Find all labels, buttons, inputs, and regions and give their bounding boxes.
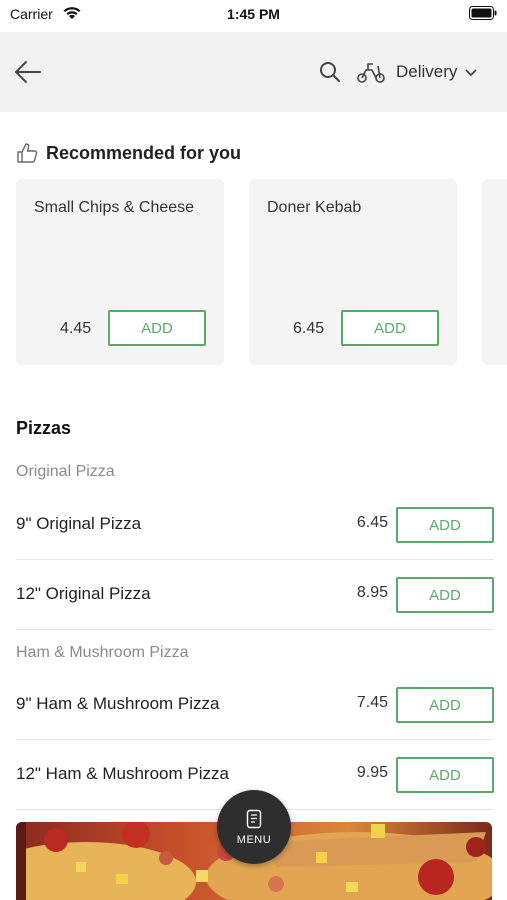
- recommended-title: Recommended for you: [46, 142, 242, 163]
- menu-item-name: 9" Ham & Mushroom Pizza: [16, 694, 220, 713]
- menu-item-name: 9" Original Pizza: [16, 514, 142, 533]
- menu-item-price: 6.45: [356, 514, 388, 531]
- recommended-card[interactable]: Doner Kebab 6.45 ADD: [249, 179, 457, 365]
- search-icon[interactable]: [318, 60, 342, 84]
- category-title: Original Pizza: [16, 463, 115, 480]
- menu-item-price: 7.45: [356, 694, 388, 711]
- add-button[interactable]: ADD: [396, 687, 494, 723]
- menu-fab-button[interactable]: MENU: [217, 790, 291, 864]
- menu-item-name: 12" Ham & Mushroom Pizza: [16, 764, 229, 783]
- add-button[interactable]: ADD: [341, 310, 439, 346]
- add-button[interactable]: ADD: [396, 757, 494, 793]
- category-title: Ham & Mushroom Pizza: [16, 644, 189, 661]
- menu-item-name: 12" Original Pizza: [16, 584, 151, 603]
- menu-item-price: 8.95: [356, 584, 388, 601]
- scooter-icon: [357, 63, 385, 83]
- recommended-header: Recommended for you: [16, 142, 241, 164]
- menu-item-price: 9.95: [356, 764, 388, 781]
- menu-fab-label: MENU: [236, 833, 272, 846]
- status-time: 1:45 PM: [227, 6, 280, 22]
- recommended-item-name: Doner Kebab: [267, 199, 362, 216]
- recommended-item-price: 6.45: [293, 320, 325, 337]
- top-nav-bar: Delivery: [0, 32, 507, 112]
- recommended-item-name: Small Chips & Cheese: [34, 199, 195, 216]
- add-button[interactable]: ADD: [396, 507, 494, 543]
- menu-item-row[interactable]: 9" Original Pizza 6.45 ADD: [16, 490, 494, 560]
- battery-icon: [469, 6, 497, 20]
- menu-book-icon: [246, 809, 262, 828]
- back-arrow-icon[interactable]: [12, 58, 44, 86]
- recommended-item-price: 4.45: [60, 320, 92, 337]
- recommended-card[interactable]: Small Chips & Cheese 4.45 ADD: [16, 179, 224, 365]
- add-button[interactable]: ADD: [396, 577, 494, 613]
- add-button[interactable]: ADD: [108, 310, 206, 346]
- divider: [16, 629, 494, 630]
- status-bar: Carrier 1:45 PM: [0, 0, 507, 32]
- chevron-down-icon: [465, 69, 477, 77]
- menu-item-row[interactable]: 12" Original Pizza 8.95 ADD: [16, 560, 494, 630]
- section-title: Pizzas: [16, 418, 72, 438]
- menu-item-row[interactable]: 9" Ham & Mushroom Pizza 7.45 ADD: [16, 670, 494, 740]
- delivery-label: Delivery: [396, 62, 458, 81]
- thumbs-up-icon: [17, 143, 38, 163]
- recommended-card-partial[interactable]: [482, 179, 507, 365]
- delivery-mode-selector[interactable]: Delivery: [356, 58, 477, 86]
